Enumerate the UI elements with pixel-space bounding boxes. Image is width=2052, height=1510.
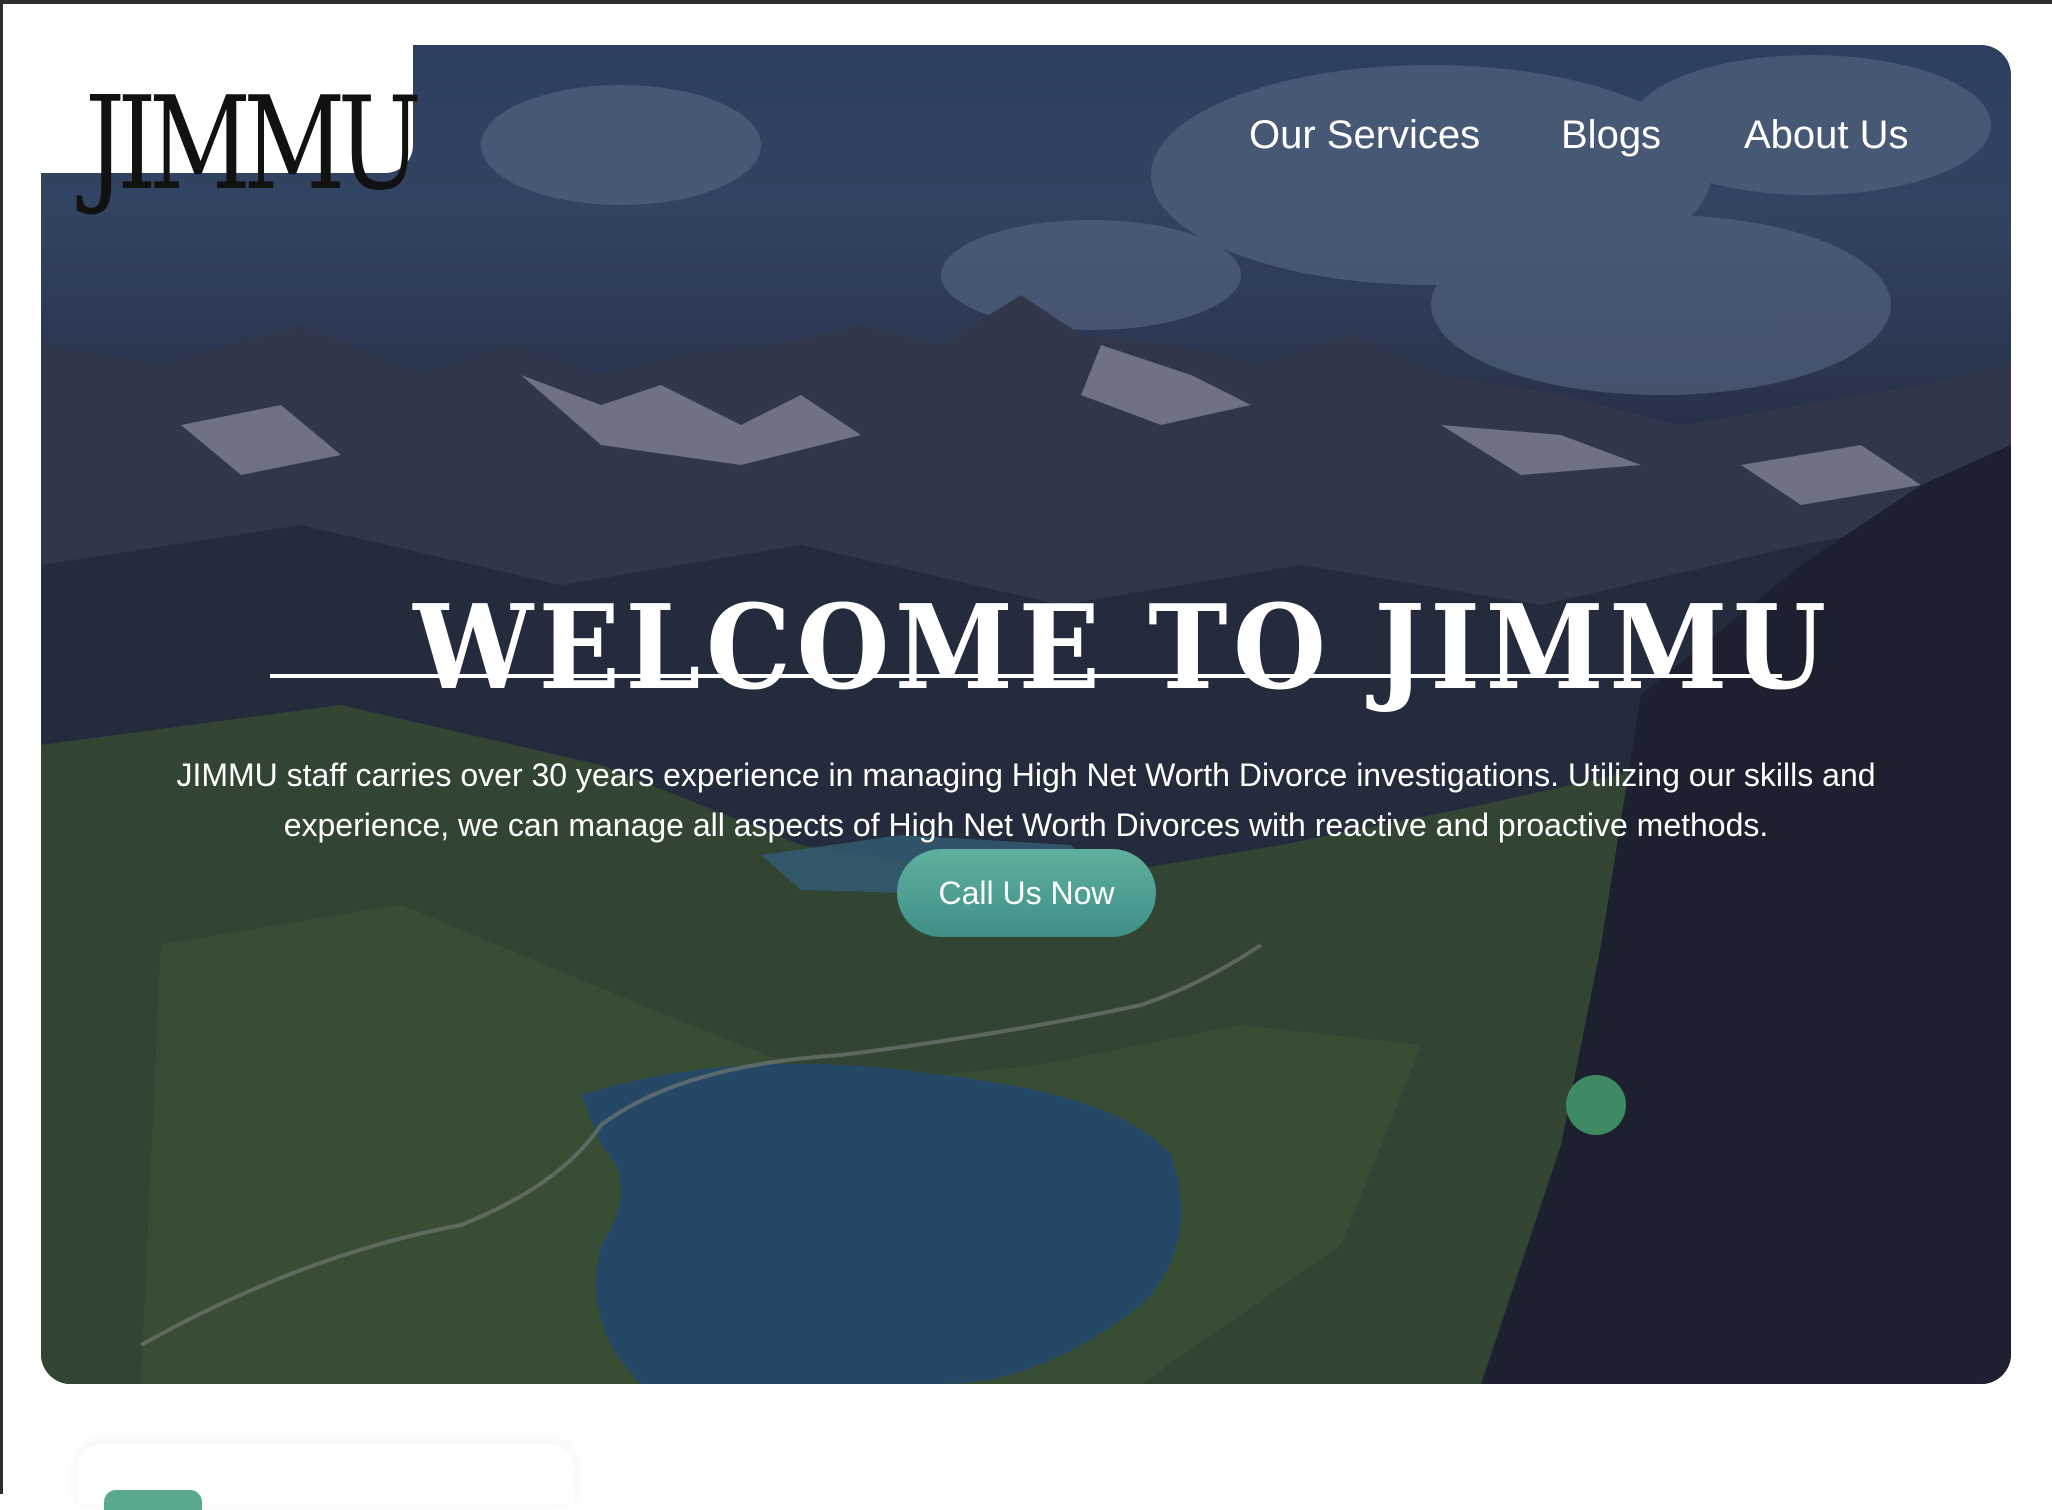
call-us-now-button[interactable]: Call Us Now	[897, 849, 1156, 937]
hero-divider	[270, 674, 1782, 678]
nav-blogs[interactable]: Blogs	[1561, 108, 1661, 162]
nav-our-services[interactable]: Our Services	[1249, 108, 1480, 162]
window-left-border	[0, 0, 3, 1494]
floating-indicator-dot	[1566, 1075, 1626, 1135]
hero-description: JIMMU staff carries over 30 years experi…	[176, 757, 1876, 843]
logo-tab[interactable]: JIMMU	[41, 45, 422, 209]
service-card-peek	[78, 1444, 574, 1510]
hero-title: WELCOME TO JIMMU	[413, 579, 1832, 716]
nav-about-us[interactable]: About Us	[1744, 108, 1909, 162]
brand-logo: JIMMU	[85, 70, 422, 219]
card-badge	[104, 1490, 202, 1510]
window-top-border	[0, 0, 2052, 4]
